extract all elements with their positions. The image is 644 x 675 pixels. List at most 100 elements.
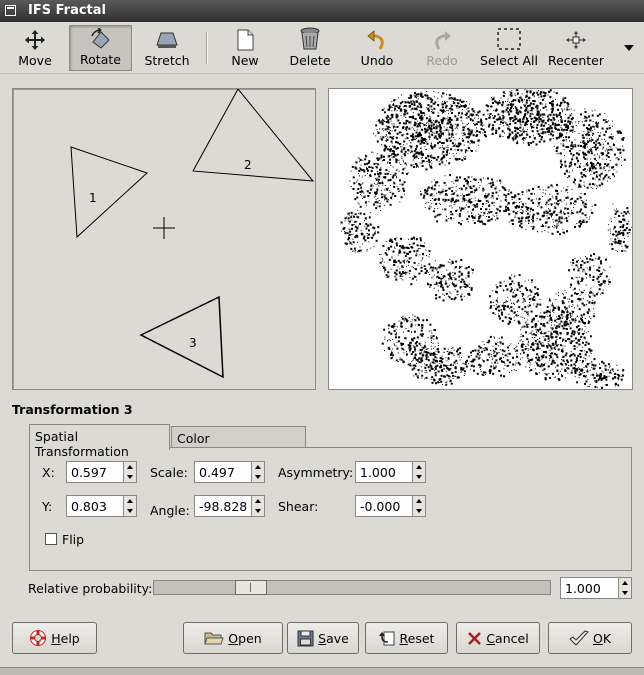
transformation-title: Transformation 3 <box>12 402 133 417</box>
scale-spinbutton[interactable]: 0.497 <box>194 461 265 483</box>
help-mnemonic: H <box>51 630 61 646</box>
shear-label: Shear: <box>278 499 319 514</box>
save-label-rest: ave <box>326 630 349 646</box>
new-label: New <box>231 53 259 68</box>
center-crosshair <box>153 217 175 239</box>
undo-label: Undo <box>360 53 394 68</box>
angle-value: -98.828 <box>199 498 248 514</box>
slider-thumb[interactable] <box>235 580 267 595</box>
scale-label: Scale: <box>150 465 188 480</box>
stretch-icon <box>156 32 178 48</box>
relative-probability-spinbutton[interactable]: 1.000 <box>560 577 632 599</box>
window-menu-icon[interactable] <box>5 5 16 16</box>
tab-spatial-transformation[interactable]: Spatial Transformation <box>29 424 170 459</box>
x-spinbutton[interactable]: 0.597 <box>66 461 137 483</box>
delete-button[interactable]: Delete <box>280 25 340 71</box>
move-label: Move <box>18 53 52 68</box>
shear-spin-arrows[interactable] <box>412 496 425 516</box>
redo-icon <box>435 31 451 50</box>
y-spinbutton[interactable]: 0.803 <box>66 495 137 517</box>
help-button[interactable]: Help <box>12 622 97 654</box>
rotate-button[interactable]: Rotate <box>69 25 132 71</box>
angle-spin-arrows[interactable] <box>251 496 264 516</box>
rotate-label: Rotate <box>80 52 121 67</box>
rotate-icon <box>90 28 110 49</box>
angle-spinbutton[interactable]: -98.828 <box>194 495 265 517</box>
asymmetry-value: 1.000 <box>360 464 396 480</box>
help-label-rest: elp <box>60 630 80 646</box>
save-button[interactable]: Save <box>287 622 359 654</box>
relative-probability-label: Relative probability: <box>28 581 153 596</box>
ok-mnemonic: O <box>592 630 603 646</box>
title-bar: IFS Fractal <box>0 0 644 22</box>
scale-value: 0.497 <box>199 464 235 480</box>
transform-editor-canvas[interactable]: 1 2 3 <box>12 88 316 390</box>
cancel-label-rest: ancel <box>495 630 529 646</box>
triangle-3[interactable] <box>139 295 224 379</box>
redo-button[interactable]: Redo <box>414 25 470 71</box>
cancel-button[interactable]: Cancel <box>456 622 540 654</box>
asymmetry-label: Asymmetry: <box>278 465 354 480</box>
flip-label: Flip <box>62 532 85 547</box>
x-value: 0.597 <box>71 464 107 480</box>
triangle-3-label: 3 <box>189 336 197 350</box>
checkmark-icon <box>569 630 589 646</box>
y-value: 0.803 <box>71 498 107 514</box>
open-mnemonic: O <box>228 630 239 646</box>
flip-checkbox[interactable] <box>45 533 57 545</box>
select-all-button[interactable]: Select All <box>478 25 540 71</box>
triangle-1-label: 1 <box>89 191 97 205</box>
ok-label-rest: K <box>602 630 612 646</box>
scale-spin-arrows[interactable] <box>251 462 264 482</box>
lifebuoy-icon <box>30 630 47 646</box>
toolbar-overflow-icon[interactable] <box>624 45 634 51</box>
redo-label: Redo <box>426 53 458 68</box>
toolbar-separator <box>206 32 208 64</box>
undo-icon <box>367 30 384 50</box>
shear-spinbutton[interactable]: -0.000 <box>355 495 426 517</box>
triangle-2[interactable] <box>192 89 315 182</box>
triangle-2-label: 2 <box>244 158 252 172</box>
stretch-button[interactable]: Stretch <box>135 25 199 71</box>
move-icon <box>25 30 45 50</box>
trash-icon <box>300 27 320 50</box>
cancel-mnemonic: C <box>486 630 496 646</box>
move-button[interactable]: Move <box>4 25 66 71</box>
relative-probability-slider[interactable] <box>153 580 551 595</box>
open-button[interactable]: Open <box>183 622 283 654</box>
recenter-icon <box>566 31 586 49</box>
delete-label: Delete <box>289 53 331 68</box>
asymmetry-spin-arrows[interactable] <box>412 462 425 482</box>
ok-button[interactable]: OK <box>548 622 632 654</box>
recenter-label: Recenter <box>547 53 605 68</box>
cancel-x-icon <box>468 631 482 645</box>
window-bottom-border <box>0 667 644 675</box>
stretch-label: Stretch <box>144 53 190 68</box>
recenter-button[interactable]: Recenter <box>546 25 606 71</box>
relative-probability-value: 1.000 <box>565 580 601 596</box>
relative-probability-spin-arrows[interactable] <box>618 578 631 598</box>
x-label: X: <box>42 465 55 480</box>
y-label: Y: <box>42 499 53 514</box>
triangle-1[interactable] <box>70 146 148 239</box>
toolbar: Move Rotate Stretch New Delete Undo Redo… <box>0 22 644 74</box>
select-all-label: Select All <box>479 53 539 68</box>
reset-button[interactable]: Reset <box>365 622 448 654</box>
y-spin-arrows[interactable] <box>123 496 136 516</box>
floppy-disk-icon <box>297 630 314 646</box>
angle-label: Angle: <box>150 503 190 518</box>
editor-drawing: 1 2 3 <box>70 89 315 379</box>
fractal-preview-image <box>340 89 632 389</box>
x-spin-arrows[interactable] <box>123 462 136 482</box>
window-title: IFS Fractal <box>28 3 106 18</box>
new-button[interactable]: New <box>218 25 272 71</box>
revert-icon <box>378 631 395 645</box>
save-mnemonic: S <box>318 630 327 646</box>
reset-mnemonic: R <box>399 630 408 646</box>
shear-value: -0.000 <box>360 498 401 514</box>
select-all-icon <box>497 28 521 50</box>
fractal-preview <box>328 88 633 390</box>
reset-label-rest: eset <box>407 630 435 646</box>
asymmetry-spinbutton[interactable]: 1.000 <box>355 461 426 483</box>
undo-button[interactable]: Undo <box>349 25 405 71</box>
